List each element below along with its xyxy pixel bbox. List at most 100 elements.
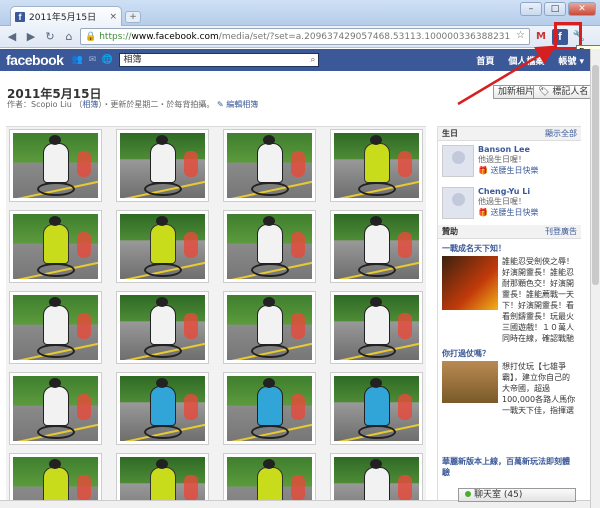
new-tab-button[interactable]: + xyxy=(125,11,141,23)
background-rider xyxy=(291,232,305,258)
facebook-header: facebook 👥 ✉ 🌐 相簿 ⌕ 首頁 個人檔案 帳號 ▾ xyxy=(0,49,590,71)
forward-icon[interactable]: ▶ xyxy=(23,29,39,45)
photo-thumbnail[interactable] xyxy=(116,129,209,202)
photo-image xyxy=(334,295,419,360)
bike-wheel xyxy=(251,344,289,358)
ad-title[interactable]: 你打過仗嗎？ xyxy=(438,344,581,361)
ad-image[interactable] xyxy=(442,256,498,310)
messages-icon[interactable]: ✉ xyxy=(86,54,98,66)
cyclist xyxy=(364,143,390,183)
send-gift-link[interactable]: 🎁 送腰生日快樂 xyxy=(478,165,539,176)
helmet xyxy=(370,378,382,388)
reload-icon[interactable]: ↻ xyxy=(42,29,58,45)
ad-title[interactable]: 華麗新版本上線，百萬新玩法即刻體驗 xyxy=(438,452,581,480)
helmet xyxy=(370,297,382,307)
background-rider xyxy=(291,394,305,420)
search-value: 相簿 xyxy=(123,55,142,65)
bike-wheel xyxy=(144,425,182,439)
tab-title: 2011年5月15日 xyxy=(29,13,97,23)
photo-thumbnail[interactable] xyxy=(223,210,316,283)
bike-wheel xyxy=(37,263,75,277)
photo-thumbnail[interactable] xyxy=(116,210,209,283)
create-ad-link[interactable]: 刊登廣告 xyxy=(545,226,577,237)
friend-requests-icon[interactable]: 👥 xyxy=(71,54,83,66)
bike-wheel xyxy=(37,425,75,439)
cyclist xyxy=(43,305,69,345)
avatar[interactable] xyxy=(442,145,474,177)
scrollbar-thumb[interactable] xyxy=(592,65,599,285)
birthday-show-all-link[interactable]: 顯示全部 xyxy=(545,128,577,139)
photo-thumbnail[interactable] xyxy=(9,210,102,283)
home-icon[interactable]: ⌂ xyxy=(61,29,77,45)
ad-item[interactable]: 想打仗玩【七雄爭霸】，建立你自己的大帝國，超過100,000各路人馬你一戰天下佳… xyxy=(438,361,581,416)
browser-toolbar: ◀ ▶ ↻ ⌂ 🔒 https://www.facebook.com/media… xyxy=(0,26,600,48)
bike-wheel xyxy=(144,344,182,358)
photo-thumbnail[interactable] xyxy=(116,291,209,364)
helmet xyxy=(156,216,168,226)
nav-home[interactable]: 首頁 xyxy=(476,54,494,67)
nav-account[interactable]: 帳號 ▾ xyxy=(558,54,584,67)
background-rider xyxy=(184,313,198,339)
photo-thumbnail[interactable] xyxy=(223,291,316,364)
notifications-icon[interactable]: 🌐 xyxy=(101,54,113,66)
birthday-name[interactable]: Banson Lee xyxy=(478,145,539,154)
photo-thumbnail[interactable] xyxy=(9,291,102,364)
vertical-scrollbar[interactable] xyxy=(590,49,600,508)
close-window-button[interactable]: ✕ xyxy=(568,2,596,16)
photo-thumbnail[interactable] xyxy=(330,291,423,364)
tab-close-icon[interactable]: × xyxy=(109,12,117,22)
photo-thumbnail[interactable] xyxy=(9,129,102,202)
ad-image[interactable] xyxy=(442,361,498,403)
facebook-nav: 首頁 個人檔案 帳號 ▾ xyxy=(476,54,584,67)
back-icon[interactable]: ◀ xyxy=(4,29,20,45)
ad-item[interactable]: 誰能忍受劍俠之辱！好演開靈長！誰能忍耐那顆色交！好演開靈長！誰能薦戰一天下！好演… xyxy=(438,256,581,344)
address-bar[interactable]: 🔒 https://www.facebook.com/media/set/?se… xyxy=(80,28,530,45)
birthday-name[interactable]: Cheng-Yu Li xyxy=(478,187,539,196)
browser-tab[interactable]: f 2011年5月15日 × xyxy=(10,6,122,26)
helmet xyxy=(156,297,168,307)
background-rider xyxy=(291,313,305,339)
star-icon[interactable]: ☆ xyxy=(516,30,525,41)
background-rider xyxy=(398,232,412,258)
album-page: 2011年5月15日 作者：Scopio Liu （相簿）・更新於星期二・於每背… xyxy=(0,71,594,508)
photo-thumbnail[interactable] xyxy=(223,129,316,202)
photo-thumbnail[interactable] xyxy=(116,372,209,445)
photo-thumbnail[interactable] xyxy=(9,372,102,445)
photo-image xyxy=(227,376,312,441)
background-rider xyxy=(291,151,305,177)
photo-thumbnail[interactable] xyxy=(330,210,423,283)
window-controls: – □ ✕ xyxy=(520,2,596,16)
tag-people-button[interactable]: 🏷 標記人名 xyxy=(533,85,594,99)
edit-album-link[interactable]: 編輯相簿 xyxy=(226,100,258,109)
maximize-button[interactable]: □ xyxy=(544,2,566,16)
photo-thumbnail[interactable] xyxy=(223,372,316,445)
background-rider xyxy=(291,475,305,501)
background-rider xyxy=(398,394,412,420)
cyclist xyxy=(257,386,283,426)
ad-title[interactable]: 一戰成名天下知！ xyxy=(438,239,581,256)
chat-bar[interactable]: 聊天室 (45) xyxy=(458,488,576,502)
photo-image xyxy=(334,214,419,279)
nav-profile[interactable]: 個人檔案 xyxy=(508,54,544,67)
bike-wheel xyxy=(144,182,182,196)
ad-text: 想打仗玩【七雄爭霸】，建立你自己的大帝國，超過100,000各路人馬你一戰天下佳… xyxy=(502,362,576,415)
photo-image xyxy=(227,295,312,360)
right-sidebar: 生日 顯示全部 Banson Lee 他過生日喔！ 🎁 送腰生日快樂 Cheng… xyxy=(437,126,581,504)
facebook-search-input[interactable]: 相簿 ⌕ xyxy=(119,53,320,67)
helmet xyxy=(263,135,275,145)
send-gift-link[interactable]: 🎁 送腰生日快樂 xyxy=(478,207,539,218)
gmail-icon[interactable]: M xyxy=(533,29,549,45)
photo-image xyxy=(13,214,98,279)
photo-thumbnail[interactable] xyxy=(330,372,423,445)
photo-image xyxy=(227,214,312,279)
search-icon[interactable]: ⌕ xyxy=(310,54,315,66)
cyclist xyxy=(150,305,176,345)
facebook-logo[interactable]: facebook xyxy=(6,52,64,68)
bike-wheel xyxy=(358,263,396,277)
photo-thumbnail[interactable] xyxy=(330,129,423,202)
background-rider xyxy=(184,475,198,501)
album-link[interactable]: 相簿 xyxy=(82,100,98,109)
avatar[interactable] xyxy=(442,187,474,219)
minimize-button[interactable]: – xyxy=(520,2,542,16)
photo-image xyxy=(120,376,205,441)
